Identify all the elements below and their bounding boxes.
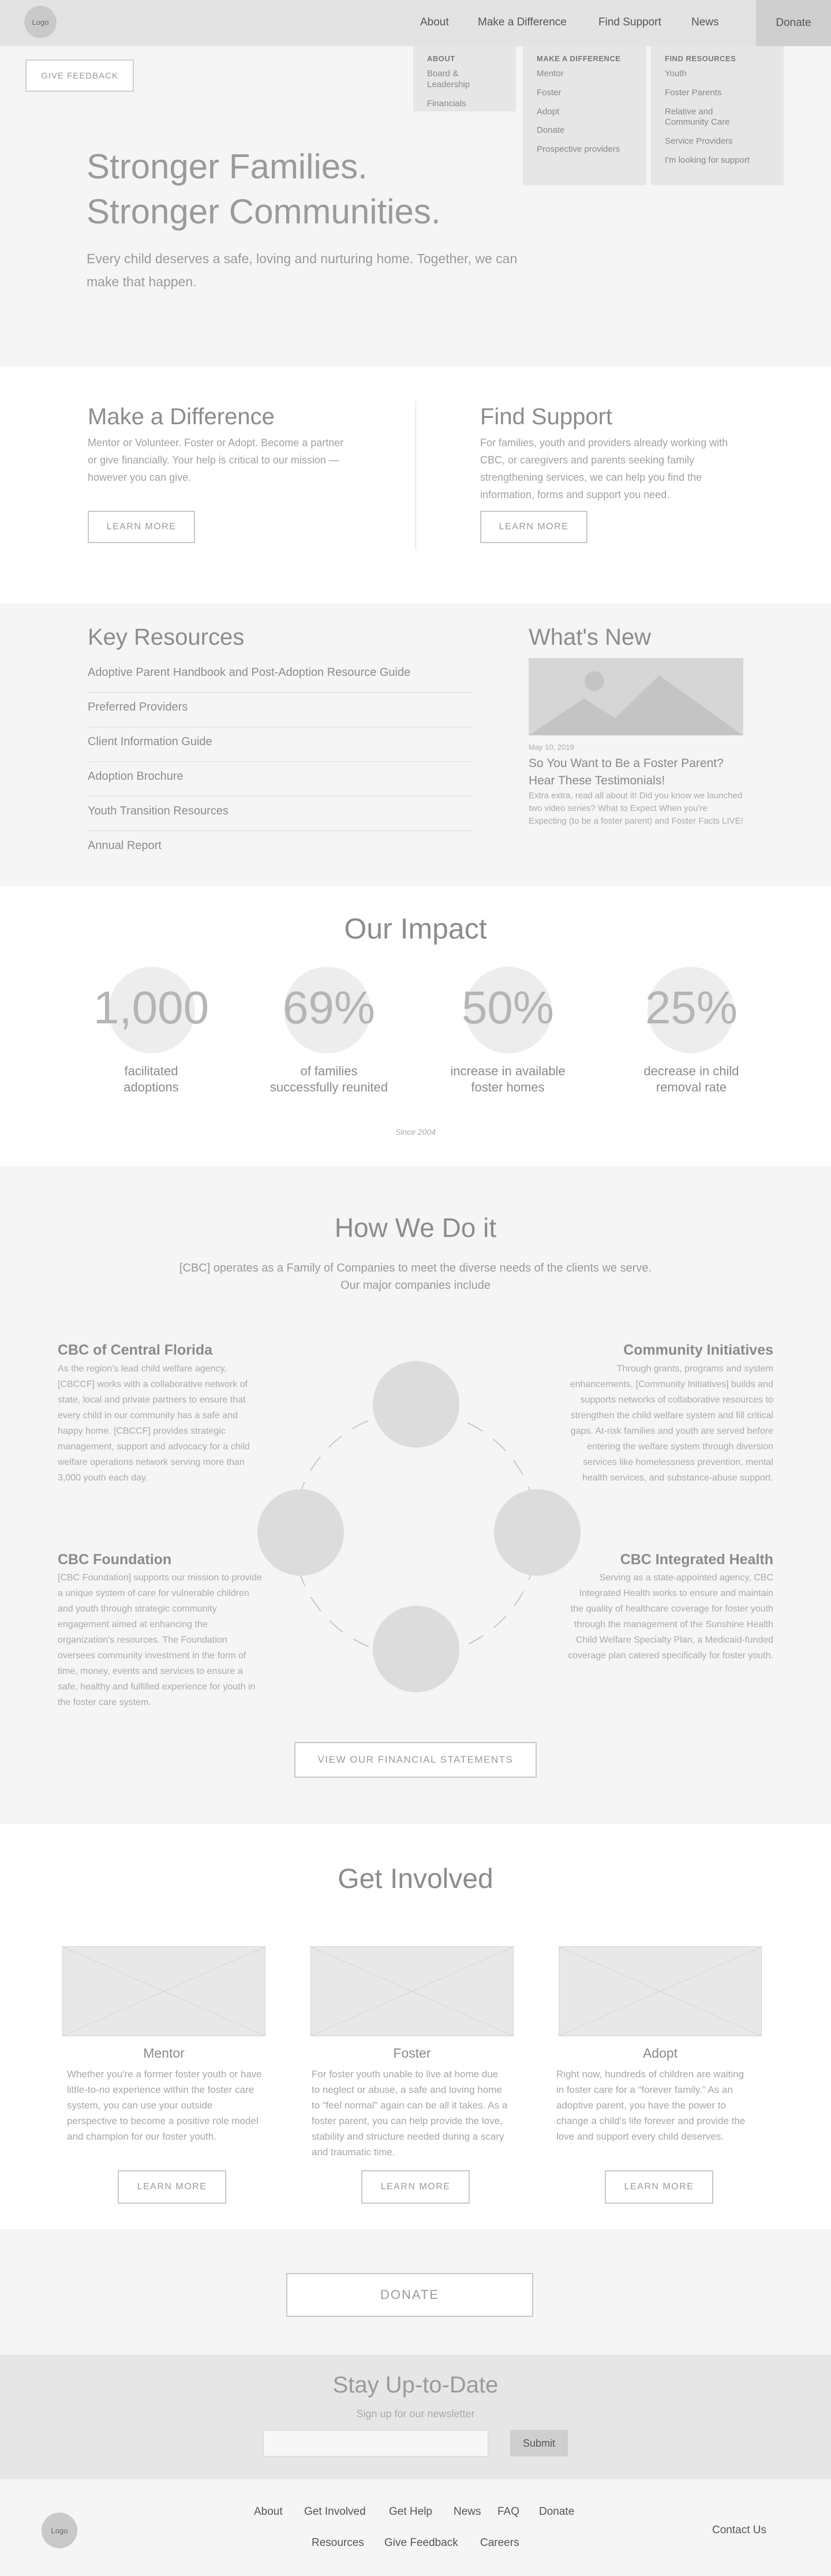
footer-link-news[interactable]: News [454,2506,481,2518]
mentor-learn-more-button[interactable]: LEARN MORE [118,2170,226,2204]
footer-link-about[interactable]: About [254,2506,283,2518]
footer-logo-label: Logo [51,2526,68,2535]
foster-image-placeholder [310,1946,514,2036]
footer-link-get-involved[interactable]: Get Involved [304,2506,366,2518]
footer-link-resources[interactable]: Resources [312,2537,364,2549]
donate-button[interactable]: DONATE [286,2273,533,2317]
company-text-cbc-integrated-health: Serving as a state-appointed agency, CBC… [568,1573,773,1661]
newsletter-title: Stay Up-to-Date [332,2372,499,2398]
site-footer: Logo About Get Involved Get Help News FA… [0,2479,831,2576]
company-title-community-initiatives: Community Initiatives [623,1342,773,1358]
image-placeholder-icon [559,1946,762,2036]
newsletter-submit-button[interactable]: Submit [510,2430,568,2457]
adopt-image-placeholder [559,1946,762,2036]
foster-card-title: Foster [393,2046,431,2061]
image-placeholder-icon [310,1946,514,2036]
footer-link-careers[interactable]: Careers [480,2537,519,2549]
get-involved-title: Get Involved [338,1864,493,1894]
company-title-cbc-foundation: CBC Foundation [58,1551,172,1568]
company-text-cbc-central-florida: As the region's lead child welfare agenc… [58,1364,250,1483]
adopt-card-title: Adopt [642,2046,678,2061]
company-circle-bottom [373,1606,459,1692]
newsletter-section: Stay Up-to-Date Sign up for our newslett… [0,2355,831,2479]
company-circle-left [257,1489,344,1576]
footer-link-faq[interactable]: FAQ [497,2506,519,2518]
mentor-card-title: Mentor [143,2046,185,2061]
company-circle-top [373,1361,459,1448]
adopt-learn-more-button[interactable]: LEARN MORE [605,2170,713,2204]
adopt-card-text: Right now, hundreds of children are wait… [556,2069,746,2142]
mentor-card-text: Whether you're a former foster youth or … [67,2069,262,2142]
view-financial-statements-button[interactable]: VIEW OUR FINANCIAL STATEMENTS [294,1742,537,1778]
company-text-cbc-foundation: [CBC Foundation] supports our mission to… [58,1573,262,1707]
image-placeholder-icon [62,1946,265,2036]
foster-card-text: For foster youth unable to live at home … [312,2069,508,2158]
footer-link-give-feedback[interactable]: Give Feedback [384,2537,458,2549]
connector-ring [293,1411,538,1657]
company-title-cbc-integrated-health: CBC Integrated Health [620,1551,773,1568]
newsletter-subtitle: Sign up for our newsletter [356,2408,475,2420]
footer-contact-us-link[interactable]: Contact Us [712,2524,766,2537]
foster-learn-more-button[interactable]: LEARN MORE [361,2170,470,2204]
footer-link-donate[interactable]: Donate [539,2506,574,2518]
newsletter-email-input[interactable] [263,2430,488,2457]
company-title-cbc-central-florida: CBC of Central Florida [58,1342,213,1358]
mentor-image-placeholder [62,1946,265,2036]
footer-logo[interactable]: Logo [42,2513,77,2548]
company-text-community-initiatives: Through grants, programs and system enha… [570,1364,773,1483]
footer-link-get-help[interactable]: Get Help [389,2506,432,2518]
